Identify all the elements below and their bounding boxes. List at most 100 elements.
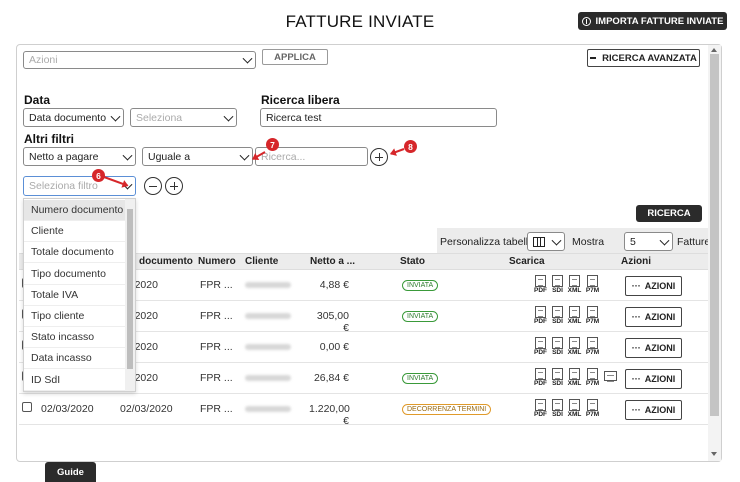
file-type-label: P7M xyxy=(585,411,600,418)
col-actions: Azioni xyxy=(621,256,651,267)
free-search-label: Ricerca libera xyxy=(261,93,340,107)
search-button[interactable]: RICERCA xyxy=(636,205,702,222)
chevron-down-icon xyxy=(110,111,121,122)
download-p7m-icon[interactable]: P7M xyxy=(586,306,599,326)
row-actions-button[interactable]: ··· AZIONI xyxy=(625,400,682,420)
file-type-label: XML xyxy=(567,380,582,387)
row-actions-button[interactable]: ··· AZIONI xyxy=(625,369,682,389)
add-filter-row-icon[interactable] xyxy=(165,177,183,195)
row-actions-button[interactable]: ··· AZIONI xyxy=(625,307,682,327)
download-xml-icon[interactable]: XML xyxy=(568,306,581,326)
chevron-down-icon xyxy=(659,235,670,246)
filter-operator-select[interactable]: Uguale a xyxy=(142,147,253,166)
select-filter-dropdown[interactable]: Seleziona filtro xyxy=(23,176,136,196)
download-p7m-icon[interactable]: P7M xyxy=(586,399,599,419)
row-checkbox[interactable] xyxy=(22,402,32,412)
download-sdi-icon[interactable]: SDI xyxy=(551,337,564,357)
download-pdf-icon[interactable]: PDF xyxy=(534,275,547,295)
download-xml-icon[interactable]: XML xyxy=(568,275,581,295)
status-badge: INVIATA xyxy=(402,311,439,322)
minus-icon xyxy=(590,57,597,59)
date-period-select[interactable]: Seleziona xyxy=(130,108,237,127)
row-net: 0,00 € xyxy=(319,341,349,353)
page-scrollbar-thumb[interactable] xyxy=(710,54,719,416)
file-type-label: SDI xyxy=(552,318,563,325)
annotation-badge-7: 7 xyxy=(266,138,279,151)
row-actions-label: AZIONI xyxy=(644,343,676,353)
date-section-label: Data xyxy=(24,93,51,107)
download-xml-icon[interactable]: XML xyxy=(568,399,581,419)
filter-options-list: Numero documento Cliente Totale documento T… xyxy=(23,198,136,392)
filter-option[interactable]: Totale documento xyxy=(24,242,125,264)
file-type-label: XML xyxy=(567,349,582,356)
filter-field-select[interactable]: Netto a pagare xyxy=(23,147,136,166)
file-type-label: SDI xyxy=(552,380,563,387)
col-doc-date[interactable]: documento xyxy=(139,256,193,267)
file-type-label: PDF xyxy=(534,318,547,325)
scroll-up-icon[interactable] xyxy=(711,48,717,52)
download-xml-icon[interactable]: XML xyxy=(568,368,581,388)
free-search-input[interactable]: Ricerca test xyxy=(260,108,497,127)
more-icon: ··· xyxy=(631,281,641,291)
date-period-placeholder: Seleziona xyxy=(136,111,183,124)
file-type-label: XML xyxy=(567,318,582,325)
status-badge: INVIATA xyxy=(402,280,439,291)
filter-option[interactable]: Numero documento xyxy=(24,200,125,221)
filter-option[interactable]: Data incasso xyxy=(24,348,125,370)
download-pdf-icon[interactable]: PDF xyxy=(534,368,547,388)
download-sdi-icon[interactable]: SDI xyxy=(551,306,564,326)
chevron-down-icon xyxy=(239,150,250,161)
message-icon[interactable] xyxy=(604,368,617,388)
download-p7m-icon[interactable]: P7M xyxy=(586,337,599,357)
scroll-down-icon[interactable] xyxy=(711,452,717,456)
row-client-redacted xyxy=(245,406,291,412)
table-row[interactable]: 02/03/2020 02/03/2020 FPR ... 1.220,00 € DEC… xyxy=(19,394,708,427)
col-status[interactable]: Stato xyxy=(400,256,425,267)
filter-option[interactable]: Cliente xyxy=(24,221,125,243)
add-filter-icon[interactable] xyxy=(370,148,388,166)
page-size-select[interactable]: 5 xyxy=(624,232,673,251)
row-net: 26,84 € xyxy=(313,372,349,384)
advanced-search-button[interactable]: RICERCA AVANZATA xyxy=(587,49,700,67)
remove-filter-icon[interactable] xyxy=(144,177,162,195)
download-pdf-icon[interactable]: PDF xyxy=(534,399,547,419)
download-sdi-icon[interactable]: SDI xyxy=(551,399,564,419)
filter-option[interactable]: Tipo cliente xyxy=(24,306,125,327)
row-actions-button[interactable]: ··· AZIONI xyxy=(625,338,682,358)
download-sdi-icon[interactable]: SDI xyxy=(551,368,564,388)
row-actions-label: AZIONI xyxy=(644,374,676,384)
file-type-label: SDI xyxy=(552,349,563,356)
col-net[interactable]: Netto a ... xyxy=(310,256,355,267)
show-label: Mostra xyxy=(572,236,605,248)
filter-option[interactable]: Stato incasso xyxy=(24,327,125,349)
actions-select[interactable]: Azioni xyxy=(23,51,256,69)
row-number: FPR ... xyxy=(200,372,233,384)
filter-option[interactable]: ID SdI xyxy=(24,370,125,391)
filter-option[interactable]: Totale IVA xyxy=(24,285,125,306)
filter-option[interactable]: Tipo documento xyxy=(24,264,125,285)
guide-button[interactable]: Guide xyxy=(45,462,96,482)
download-pdf-icon[interactable]: PDF xyxy=(534,337,547,357)
row-number: FPR ... xyxy=(200,310,233,322)
col-number[interactable]: Numero xyxy=(198,256,236,267)
import-icon xyxy=(581,16,591,26)
row-actions-button[interactable]: ··· AZIONI xyxy=(625,276,682,296)
date-type-select[interactable]: Data documento xyxy=(23,108,124,127)
file-type-label: XML xyxy=(567,411,582,418)
download-p7m-icon[interactable]: P7M xyxy=(586,275,599,295)
col-client[interactable]: Cliente xyxy=(245,256,278,267)
row-client-redacted xyxy=(245,282,291,288)
file-type-label: P7M xyxy=(585,287,600,294)
customize-columns-button[interactable] xyxy=(527,232,565,251)
file-type-label: P7M xyxy=(585,380,600,387)
dropdown-scrollbar[interactable] xyxy=(125,199,135,391)
import-invoices-button[interactable]: IMPORTA FATTURE INVIATE xyxy=(578,12,727,30)
download-pdf-icon[interactable]: PDF xyxy=(534,306,547,326)
select-filter-placeholder: Seleziona filtro xyxy=(29,180,98,192)
download-p7m-icon[interactable]: P7M xyxy=(586,368,599,388)
download-sdi-icon[interactable]: SDI xyxy=(551,275,564,295)
download-xml-icon[interactable]: XML xyxy=(568,337,581,357)
row-client-redacted xyxy=(245,344,291,350)
columns-icon xyxy=(533,236,545,247)
apply-button[interactable]: APPLICA xyxy=(262,49,328,65)
